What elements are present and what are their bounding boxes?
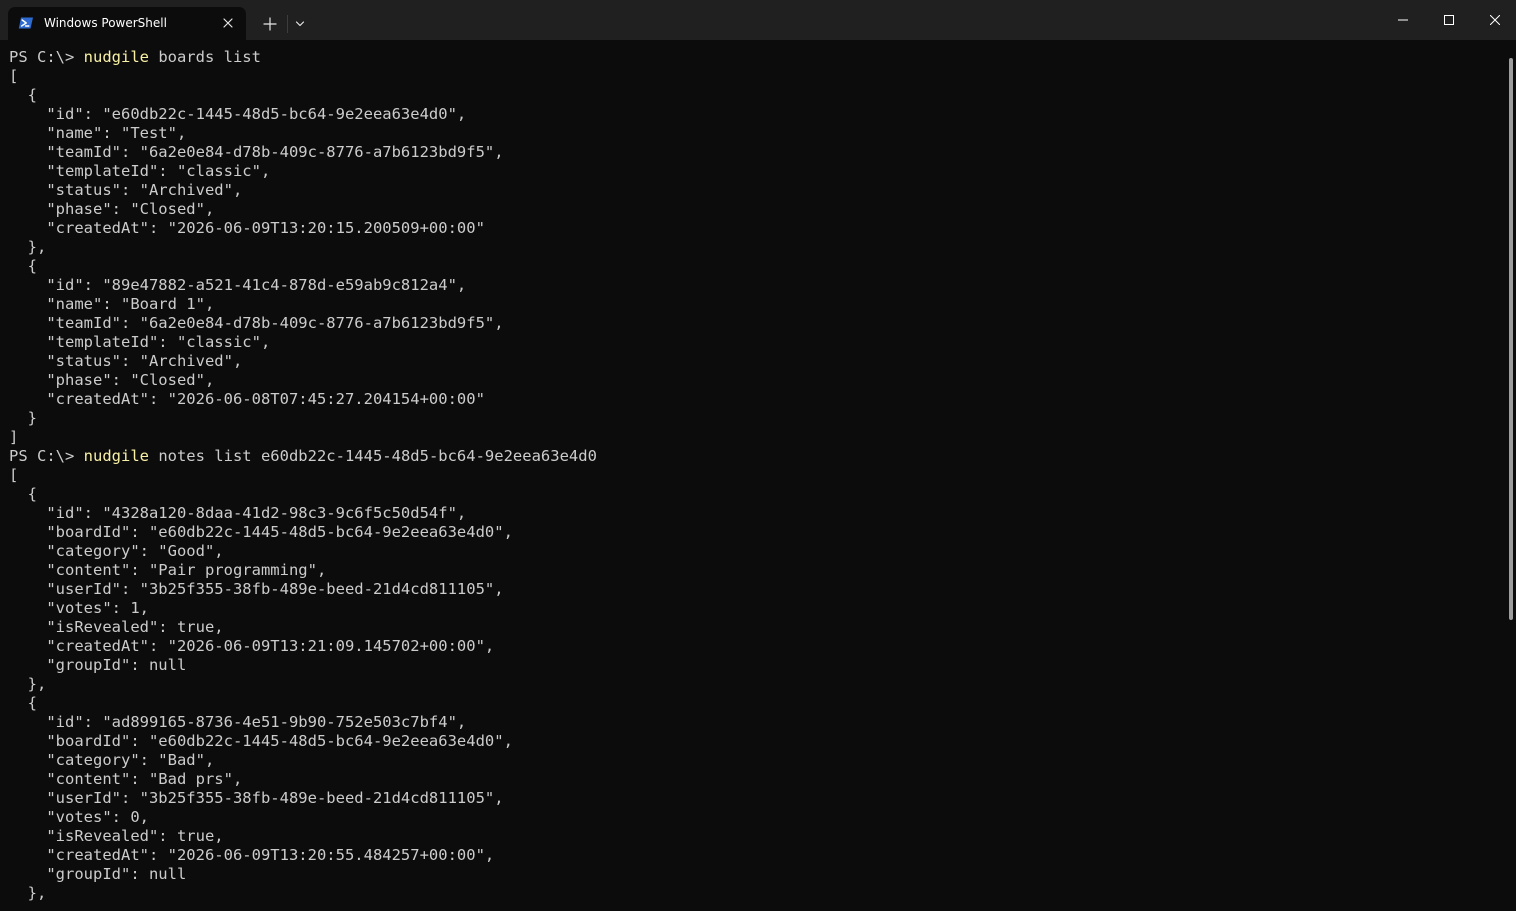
console-text: PS C:\> nudgile boards list [ { "id": "e… — [0, 40, 1506, 903]
command-args: notes list e60db22c-1445-48d5-bc64-9e2ee… — [148, 447, 597, 465]
output-line: "createdAt": "2026-06-09T13:20:15.200509… — [9, 219, 485, 237]
output-line: }, — [9, 884, 47, 902]
output-line: "id": "e60db22c-1445-48d5-bc64-9e2eea63e… — [9, 105, 467, 123]
output-line: "category": "Good", — [9, 542, 224, 560]
output-line: "id": "4328a120-8daa-41d2-98c3-9c6f5c50d… — [9, 504, 467, 522]
output-line: "templateId": "classic", — [9, 162, 271, 180]
output-line: "teamId": "6a2e0e84-d78b-409c-8776-a7b61… — [9, 143, 504, 161]
output-line: "name": "Test", — [9, 124, 187, 142]
output-line: }, — [9, 238, 47, 256]
maximize-button[interactable] — [1426, 0, 1472, 40]
output-line: "content": "Pair programming", — [9, 561, 327, 579]
close-icon — [1490, 15, 1500, 25]
close-tab-icon[interactable] — [218, 13, 238, 33]
tab-title: Windows PowerShell — [44, 16, 167, 30]
minimize-button[interactable] — [1380, 0, 1426, 40]
plus-icon[interactable] — [258, 12, 282, 36]
command-args: boards list — [148, 48, 261, 66]
output-line: "content": "Bad prs", — [9, 770, 243, 788]
output-line: "createdAt": "2026-06-09T13:21:09.145702… — [9, 637, 495, 655]
output-line: "isRevealed": true, — [9, 618, 224, 636]
output-line: "createdAt": "2026-06-09T13:20:55.484257… — [9, 846, 495, 864]
output-line: "status": "Archived", — [9, 181, 243, 199]
output-line: "votes": 0, — [9, 808, 149, 826]
output-line: "userId": "3b25f355-38fb-489e-beed-21d4c… — [9, 580, 504, 598]
output-line: }, — [9, 675, 47, 693]
console-output-area[interactable]: PS C:\> nudgile boards list [ { "id": "e… — [0, 40, 1506, 911]
title-bar[interactable]: Windows PowerShell — [0, 0, 1516, 40]
output-line: "createdAt": "2026-06-08T07:45:27.204154… — [9, 390, 485, 408]
output-line: "boardId": "e60db22c-1445-48d5-bc64-9e2e… — [9, 523, 513, 541]
output-line: ] — [9, 428, 19, 446]
output-line: "phase": "Closed", — [9, 371, 215, 389]
output-line: "boardId": "e60db22c-1445-48d5-bc64-9e2e… — [9, 732, 513, 750]
prompt: PS C:\> — [9, 48, 84, 66]
tab-windows-powershell[interactable]: Windows PowerShell — [8, 7, 246, 40]
output-line: "templateId": "classic", — [9, 333, 271, 351]
vertical-scrollbar[interactable] — [1509, 58, 1513, 911]
command-name: nudgile — [83, 447, 149, 465]
scrollbar-thumb[interactable] — [1509, 58, 1513, 620]
powershell-icon — [18, 15, 34, 31]
output-line: { — [9, 86, 37, 104]
output-line: "groupId": null — [9, 656, 187, 674]
output-line: "groupId": null — [9, 865, 187, 883]
output-line: "phase": "Closed", — [9, 200, 215, 218]
output-line: "name": "Board 1", — [9, 295, 215, 313]
terminal-window: Windows PowerShell PS C:\> nudgile board… — [0, 0, 1516, 911]
output-line: "category": "Bad", — [9, 751, 215, 769]
command-name: nudgile — [83, 48, 149, 66]
close-window-button[interactable] — [1472, 0, 1516, 40]
output-line: "isRevealed": true, — [9, 827, 224, 845]
output-line: "votes": 1, — [9, 599, 149, 617]
output-line: { — [9, 485, 37, 503]
output-line: "id": "89e47882-a521-41c4-878d-e59ab9c81… — [9, 276, 467, 294]
maximize-icon — [1444, 15, 1454, 25]
output-line: [ — [9, 67, 19, 85]
prompt: PS C:\> — [9, 447, 84, 465]
output-line: } — [9, 409, 37, 427]
output-line: "teamId": "6a2e0e84-d78b-409c-8776-a7b61… — [9, 314, 504, 332]
tab-separator — [287, 15, 288, 33]
output-line: [ — [9, 466, 19, 484]
minimize-icon — [1398, 19, 1408, 21]
output-line: { — [9, 694, 37, 712]
chevron-down-icon[interactable] — [290, 12, 310, 36]
output-line: { — [9, 257, 37, 275]
output-line: "id": "ad899165-8736-4e51-9b90-752e503c7… — [9, 713, 467, 731]
output-line: "userId": "3b25f355-38fb-489e-beed-21d4c… — [9, 789, 504, 807]
output-line: "status": "Archived", — [9, 352, 243, 370]
